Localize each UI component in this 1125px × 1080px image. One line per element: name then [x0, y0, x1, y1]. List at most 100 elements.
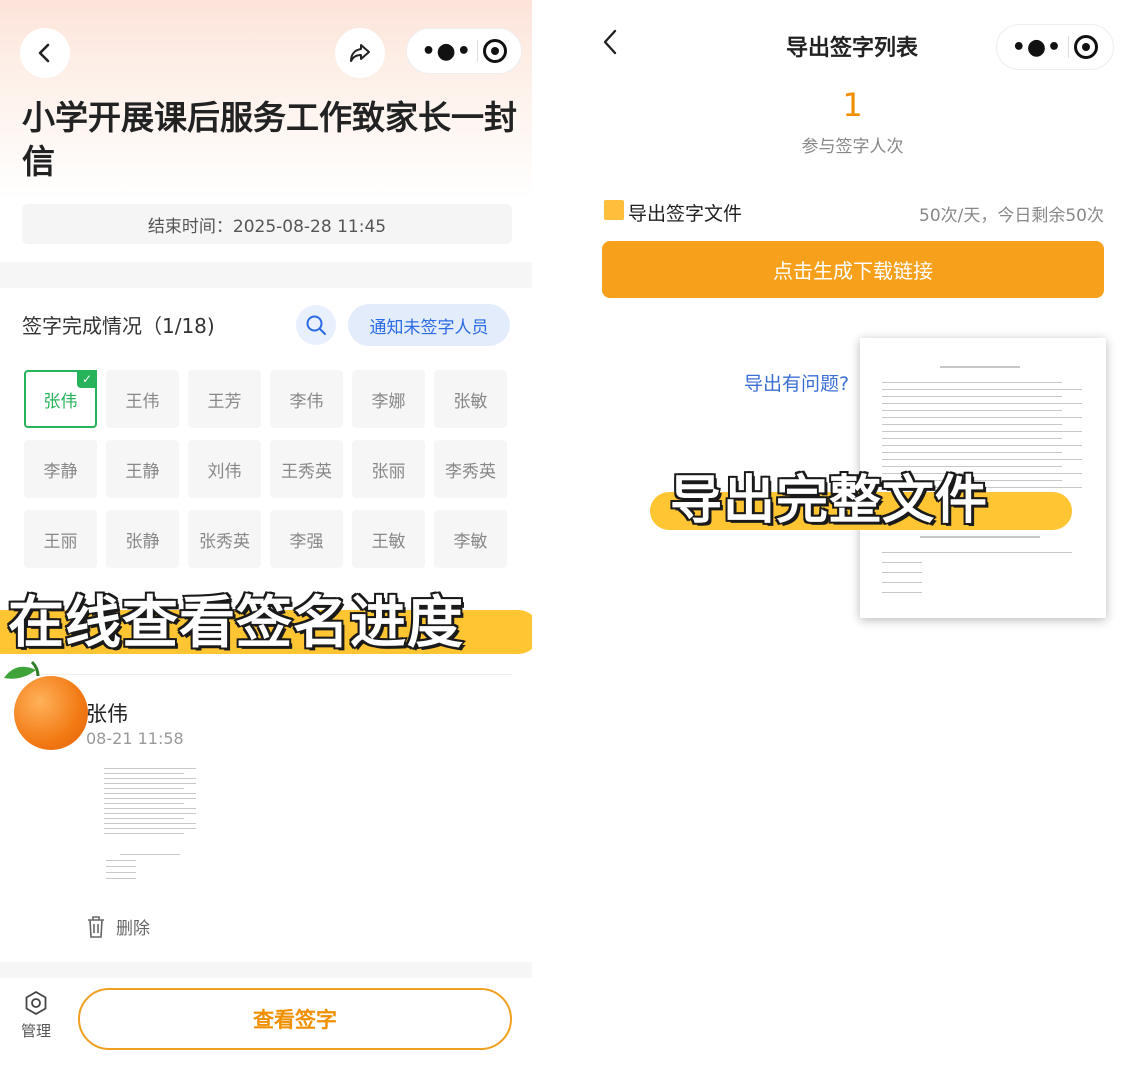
document-text-line — [120, 854, 180, 855]
generate-link-button[interactable]: 点击生成下载链接 — [602, 241, 1104, 298]
document-text-line — [104, 808, 196, 809]
name-cell-label: 张伟 — [43, 391, 78, 412]
name-cell[interactable]: 王伟 — [106, 370, 179, 428]
mini-program-capsule: •●• — [406, 28, 522, 74]
name-cell[interactable]: 王秀英 — [270, 440, 343, 498]
document-text-line — [882, 389, 1082, 390]
document-text-line — [882, 552, 1072, 553]
name-cell[interactable]: 李敏 — [434, 510, 507, 568]
document-text-line — [106, 872, 136, 873]
name-cell[interactable]: 李秀英 — [434, 440, 507, 498]
document-text-line — [882, 572, 922, 573]
back-icon — [603, 29, 617, 55]
name-cell-label: 李娜 — [371, 391, 406, 412]
document-text-line — [104, 793, 196, 794]
name-cell[interactable]: 李强 — [270, 510, 343, 568]
export-signature-page: 导出签字列表 •●• 1 参与签字人次 导出签字文件 50次/天，今日剩余50次… — [592, 0, 1125, 1080]
document-text-line — [882, 562, 922, 563]
name-cell-label: 张敏 — [453, 391, 488, 412]
name-cell[interactable]: 张敏 — [434, 370, 507, 428]
share-button[interactable] — [335, 28, 385, 78]
name-cell-label: 李敏 — [453, 531, 488, 552]
export-file-label: 导出签字文件 — [628, 203, 743, 225]
name-cell-label: 李秀英 — [445, 461, 496, 482]
export-help-link[interactable]: 导出有问题? — [744, 369, 849, 396]
name-cell[interactable]: 刘伟 — [188, 440, 261, 498]
sign-count-label: 参与签字人次 — [801, 137, 904, 157]
target-icon[interactable] — [482, 39, 507, 63]
name-cell[interactable]: 王静 — [106, 440, 179, 498]
name-cell[interactable]: 王敏 — [352, 510, 425, 568]
end-time: 结束时间：2025-08-28 11:45 — [22, 204, 512, 244]
name-cell[interactable]: 李娜 — [352, 370, 425, 428]
view-signature-button[interactable]: 查看签字 — [78, 988, 512, 1050]
document-text-line — [882, 424, 1062, 425]
target-icon[interactable] — [1074, 35, 1099, 59]
name-cell[interactable]: 李静 — [24, 440, 97, 498]
section-divider — [0, 262, 532, 288]
name-cell[interactable]: 王芳 — [188, 370, 261, 428]
back-icon — [38, 43, 50, 63]
signer-time: 08-21 11:58 — [86, 729, 184, 748]
document-text-line — [104, 773, 184, 774]
page-title: 导出签字列表 — [785, 36, 918, 61]
name-cell[interactable]: 李伟 — [270, 370, 343, 428]
document-text-line — [882, 592, 922, 593]
name-cell-label: 王敏 — [371, 531, 406, 552]
notify-unsigned-button[interactable]: 通知未签字人员 — [348, 304, 510, 346]
settings-icon — [25, 991, 47, 1015]
orange-avatar — [14, 676, 88, 750]
name-cell[interactable]: 王丽 — [24, 510, 97, 568]
share-icon — [350, 44, 370, 62]
signature-document-thumbnail[interactable] — [100, 764, 200, 884]
search-button[interactable] — [296, 305, 336, 345]
document-text-line — [106, 878, 136, 879]
folder-icon — [604, 200, 624, 220]
document-text-line — [882, 417, 1082, 418]
document-text-line — [882, 582, 922, 583]
delete-button[interactable]: 删除 — [86, 914, 150, 939]
back-button[interactable] — [20, 28, 70, 78]
document-text-line — [106, 866, 136, 867]
sign-count: 1 — [842, 86, 863, 124]
name-cell[interactable]: 张伟 ✓ — [24, 370, 97, 428]
name-grid: 张伟 ✓ 王伟 王芳 李伟 李娜 张敏李静 王静 刘伟 王秀英 张丽 李秀英王丽 张静 张秀英 李强 王敏 李敏 — [24, 370, 508, 568]
document-text-line — [920, 536, 1040, 538]
capsule-divider — [476, 40, 478, 62]
document-text-line — [104, 788, 184, 789]
document-text-line — [106, 860, 136, 861]
promo-banner-text: 导出完整文件 — [668, 470, 989, 533]
search-icon — [306, 315, 326, 335]
name-cell-label: 李伟 — [289, 391, 324, 412]
section-divider — [22, 674, 512, 675]
name-cell-label: 李静 — [43, 461, 78, 482]
document-text-line — [882, 438, 1062, 439]
more-icon[interactable]: •●• — [421, 39, 471, 64]
document-text-line — [882, 410, 1062, 411]
name-cell[interactable]: 张秀英 — [188, 510, 261, 568]
back-button[interactable] — [598, 26, 622, 66]
document-text-line — [104, 813, 196, 814]
check-icon: ✓ — [77, 370, 97, 388]
export-quota: 50次/天，今日剩余50次 — [919, 206, 1104, 226]
progress-label: 签字完成情况（1/18) — [22, 314, 215, 338]
name-cell-label: 张丽 — [371, 461, 406, 482]
more-icon[interactable]: •●• — [1012, 35, 1062, 60]
name-cell-label: 张静 — [125, 531, 160, 552]
document-text-line — [104, 818, 184, 819]
screenshot-stage: •●• 小学开展课后服务工作致家长一封信 结束时间：2025-08-28 11:… — [0, 0, 1125, 1080]
name-cell-label: 刘伟 — [207, 461, 242, 482]
document-text-line — [104, 823, 196, 824]
name-cell-label: 李强 — [289, 531, 324, 552]
name-cell[interactable]: 张静 — [106, 510, 179, 568]
document-text-line — [104, 783, 196, 784]
document-text-line — [104, 798, 196, 799]
manage-button[interactable]: 管理 — [18, 990, 54, 1041]
trash-icon — [88, 915, 104, 938]
delete-label: 删除 — [116, 919, 150, 939]
sign-progress-page: •●• 小学开展课后服务工作致家长一封信 结束时间：2025-08-28 11:… — [0, 0, 532, 1080]
mini-program-capsule: •●• — [996, 24, 1114, 70]
name-cell[interactable]: 张丽 — [352, 440, 425, 498]
name-cell-label: 王伟 — [125, 391, 160, 412]
document-text-line — [882, 403, 1082, 404]
